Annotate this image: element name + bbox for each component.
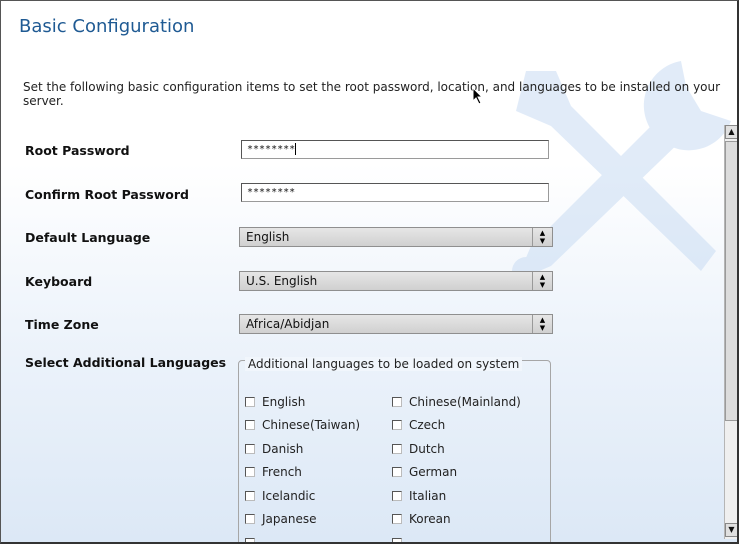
checkbox-box[interactable] bbox=[392, 538, 402, 542]
default-language-select[interactable]: English ▲ ▼ bbox=[239, 227, 553, 247]
checkbox-chinese-taiwan[interactable]: Chinese(Taiwan) bbox=[245, 418, 360, 432]
basic-configuration-panel: Basic Configuration Set the following ba… bbox=[0, 0, 739, 544]
text-caret bbox=[295, 143, 297, 155]
checkbox-german[interactable]: German bbox=[392, 465, 457, 479]
vertical-scrollbar[interactable]: ▲ ▼ bbox=[724, 125, 737, 539]
checkbox-czech[interactable]: Czech bbox=[392, 418, 445, 432]
additional-languages-legend: Additional languages to be loaded on sys… bbox=[245, 357, 523, 371]
mouse-pointer-icon bbox=[472, 87, 484, 105]
checkbox-box[interactable] bbox=[245, 397, 255, 407]
checkbox-label: German bbox=[409, 465, 458, 479]
checkbox-label: Italian bbox=[409, 489, 447, 503]
checkbox-box[interactable] bbox=[392, 420, 402, 430]
checkbox-korean[interactable]: Korean bbox=[392, 512, 451, 526]
wrench-screwdriver-icon bbox=[512, 61, 731, 285]
scrollbar-thumb[interactable] bbox=[725, 141, 737, 421]
checkbox-box[interactable] bbox=[392, 444, 402, 454]
checkbox-box[interactable] bbox=[245, 514, 255, 524]
up-down-arrows-icon: ▲ ▼ bbox=[532, 228, 552, 246]
time-zone-select[interactable]: Africa/Abidjan ▲ ▼ bbox=[239, 314, 553, 334]
checkbox-label: Japanese bbox=[262, 512, 317, 526]
checkbox-partial-row[interactable] bbox=[392, 536, 409, 542]
confirm-password-value: ******** bbox=[247, 187, 296, 198]
checkbox-box[interactable] bbox=[245, 420, 255, 430]
checkbox-label: Chinese(Taiwan) bbox=[262, 418, 361, 432]
checkbox-box[interactable] bbox=[245, 538, 255, 542]
checkbox-label: French bbox=[262, 465, 302, 479]
checkbox-label: Chinese(Mainland) bbox=[409, 395, 521, 409]
checkbox-japanese[interactable]: Japanese bbox=[245, 512, 317, 526]
checkbox-box[interactable] bbox=[245, 444, 255, 454]
up-down-arrows-icon: ▲ ▼ bbox=[532, 315, 552, 333]
keyboard-value: U.S. English bbox=[246, 274, 318, 288]
checkbox-partial-row[interactable] bbox=[245, 536, 262, 542]
root-password-label: Root Password bbox=[25, 143, 130, 158]
intro-text: Set the following basic configuration it… bbox=[23, 80, 721, 108]
checkbox-label: Dutch bbox=[409, 442, 445, 456]
additional-languages-label: Select Additional Languages bbox=[25, 355, 227, 370]
time-zone-value: Africa/Abidjan bbox=[246, 317, 330, 331]
checkbox-box[interactable] bbox=[392, 491, 402, 501]
checkbox-icelandic[interactable]: Icelandic bbox=[245, 489, 315, 503]
root-password-value: ******** bbox=[247, 144, 296, 155]
checkbox-english[interactable]: English bbox=[245, 395, 305, 409]
root-password-field[interactable]: ******** bbox=[241, 140, 549, 159]
confirm-password-label: Confirm Root Password bbox=[25, 187, 189, 202]
default-language-value: English bbox=[246, 230, 290, 244]
keyboard-select[interactable]: U.S. English ▲ ▼ bbox=[239, 271, 553, 291]
checkbox-danish[interactable]: Danish bbox=[245, 442, 303, 456]
checkbox-french[interactable]: French bbox=[245, 465, 302, 479]
keyboard-label: Keyboard bbox=[25, 274, 93, 289]
checkbox-label: Korean bbox=[409, 512, 451, 526]
time-zone-label: Time Zone bbox=[25, 317, 99, 332]
arrow-down-icon[interactable]: ▼ bbox=[725, 523, 737, 537]
arrow-up-icon[interactable]: ▲ bbox=[725, 125, 737, 139]
checkbox-box[interactable] bbox=[245, 491, 255, 501]
checkbox-dutch[interactable]: Dutch bbox=[392, 442, 445, 456]
checkbox-box[interactable] bbox=[392, 397, 402, 407]
checkbox-box[interactable] bbox=[392, 514, 402, 524]
checkbox-label: Czech bbox=[409, 418, 446, 432]
checkbox-label: English bbox=[262, 395, 306, 409]
up-down-arrows-icon: ▲ ▼ bbox=[532, 272, 552, 290]
confirm-password-field[interactable]: ******** bbox=[241, 183, 549, 202]
checkbox-label: Danish bbox=[262, 442, 304, 456]
checkbox-italian[interactable]: Italian bbox=[392, 489, 446, 503]
checkbox-label: Icelandic bbox=[262, 489, 316, 503]
checkbox-chinese-mainland[interactable]: Chinese(Mainland) bbox=[392, 395, 521, 409]
page-title: Basic Configuration bbox=[19, 16, 195, 37]
checkbox-box[interactable] bbox=[245, 467, 255, 477]
default-language-label: Default Language bbox=[25, 230, 151, 245]
checkbox-box[interactable] bbox=[392, 467, 402, 477]
